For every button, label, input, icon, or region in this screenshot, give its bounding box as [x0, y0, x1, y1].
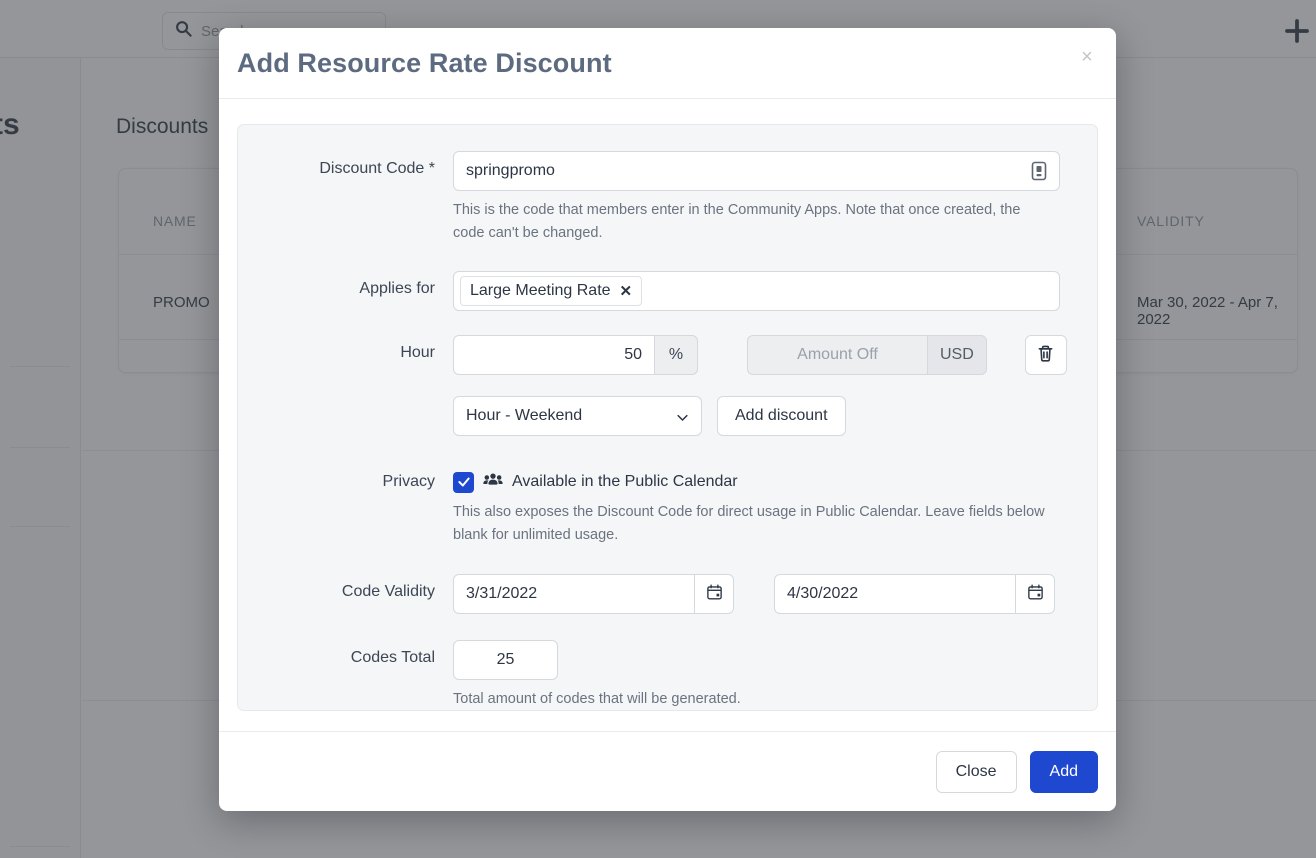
public-calendar-checkbox-label: Available in the Public Calendar [512, 473, 738, 491]
currency-suffix: USD [927, 334, 987, 375]
check-icon [457, 477, 470, 487]
percent-off-group: % [453, 334, 698, 375]
code-validity-label: Code Validity [341, 582, 435, 600]
discount-code-input[interactable] [453, 151, 1060, 191]
privacy-hint: This also exposes the Discount Code for … [453, 503, 1045, 544]
field-row-applies-for: Applies for Large Meeting Rate ✕ [238, 270, 1097, 311]
add-discount-button[interactable]: Add discount [717, 395, 846, 436]
applies-for-label: Applies for [359, 279, 435, 297]
form-panel: Discount Code * This is the code that m [237, 124, 1098, 711]
chip-remove-icon[interactable]: ✕ [620, 282, 633, 300]
field-row-hour: Hour % USD [238, 334, 1097, 436]
field-row-codes-total: Codes Total Total amount of codes that w… [238, 639, 1097, 711]
applies-for-input[interactable]: Large Meeting Rate ✕ [453, 270, 1060, 311]
public-calendar-checkbox[interactable] [453, 471, 474, 493]
rate-type-select[interactable]: Hour - Weekend [453, 395, 702, 436]
dialog-footer: Close Add [219, 731, 1116, 811]
users-icon [483, 472, 503, 493]
code-validity-start [453, 573, 734, 614]
field-row-code-validity: Code Validity [238, 573, 1097, 614]
hour-label: Hour [400, 343, 435, 361]
chip-label: Large Meeting Rate [470, 281, 611, 299]
add-button[interactable]: Add [1029, 750, 1098, 793]
codes-total-hint: Total amount of codes that will be gener… [453, 690, 741, 707]
delete-discount-button[interactable] [1024, 334, 1067, 375]
code-validity-start-input[interactable] [453, 573, 694, 614]
codes-total-input[interactable] [453, 639, 558, 680]
close-icon[interactable]: × [1074, 44, 1100, 70]
calendar-icon [706, 583, 723, 604]
code-validity-end [774, 573, 1055, 614]
code-validity-start-calendar-button[interactable] [694, 573, 734, 614]
dialog-title: Add Resource Rate Discount [237, 47, 612, 78]
dialog-body: Discount Code * This is the code that m [219, 99, 1116, 731]
chevron-down-icon [675, 410, 690, 430]
code-validity-end-input[interactable] [774, 573, 1015, 614]
amount-off-group: USD [747, 334, 987, 375]
trash-icon [1037, 344, 1054, 366]
rate-type-select-value: Hour - Weekend [466, 406, 583, 424]
percent-suffix: % [654, 334, 698, 375]
calendar-icon [1027, 583, 1044, 604]
add-resource-rate-discount-dialog: Add Resource Rate Discount × Discount Co… [219, 28, 1116, 811]
field-row-discount-code: Discount Code * This is the code that m [238, 151, 1097, 246]
amount-off-input[interactable] [747, 334, 927, 375]
close-button[interactable]: Close [935, 750, 1017, 793]
discount-code-hint: This is the code that members enter in t… [453, 202, 1021, 242]
dialog-header: Add Resource Rate Discount × [219, 28, 1116, 99]
chip-large-meeting-rate[interactable]: Large Meeting Rate ✕ [460, 275, 643, 306]
generate-code-icon[interactable] [1028, 160, 1050, 182]
codes-total-label: Codes Total [350, 648, 435, 666]
field-row-privacy: Privacy Available in the Public Calendar… [238, 464, 1097, 548]
code-validity-end-calendar-button[interactable] [1015, 573, 1055, 614]
discount-code-label: Discount Code * [319, 160, 435, 177]
percent-off-input[interactable] [453, 334, 654, 375]
privacy-label: Privacy [382, 472, 435, 490]
